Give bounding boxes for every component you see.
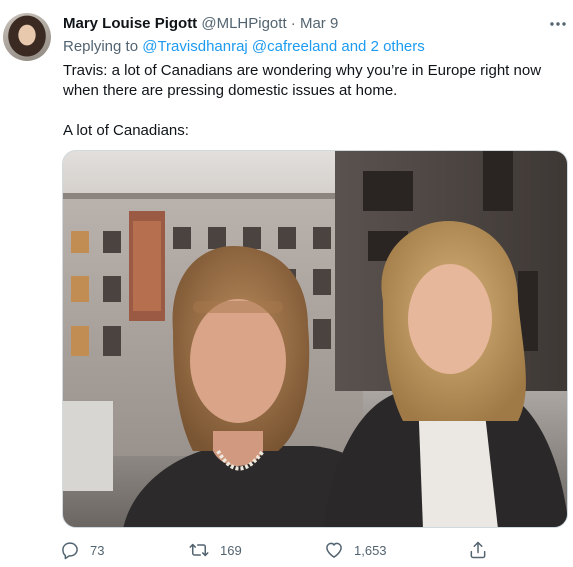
tweet: Mary Louise Pigott @MLHPigott · Mar 9 Re…: [0, 0, 573, 567]
media-image: [63, 151, 567, 527]
share-button[interactable]: [468, 540, 488, 560]
tweet-media[interactable]: [62, 150, 568, 528]
like-count: 1,653: [354, 542, 387, 558]
share-icon: [470, 541, 486, 559]
separator-dot: ·: [290, 15, 296, 32]
reply-button[interactable]: 73: [60, 540, 104, 560]
timestamp[interactable]: Mar 9: [300, 15, 338, 32]
replying-to-label: Replying to: [63, 38, 139, 55]
like-button[interactable]: 1,653: [324, 540, 387, 560]
display-name[interactable]: Mary Louise Pigott: [63, 15, 197, 32]
tweet-actions: 73 169 1,653: [60, 540, 500, 560]
avatar[interactable]: [3, 13, 51, 61]
reply-count: 73: [90, 542, 105, 558]
tweet-text: Travis: a lot of Canadians are wondering…: [63, 61, 553, 141]
retweet-icon: [189, 543, 209, 557]
tweet-text-paragraph: A lot of Canadians:: [63, 122, 189, 139]
retweet-count: 169: [220, 542, 242, 558]
reply-icon: [62, 542, 78, 560]
user-handle[interactable]: @MLHPigott: [201, 15, 286, 32]
heart-icon: [326, 542, 342, 558]
retweet-button[interactable]: 169: [188, 540, 242, 560]
tweet-text-paragraph: Travis: a lot of Canadians are wondering…: [63, 62, 542, 99]
more-options-button[interactable]: [548, 14, 568, 34]
more-horizontal-icon: [550, 22, 566, 26]
tweet-header: Mary Louise Pigott @MLHPigott · Mar 9: [63, 14, 338, 34]
replying-to-mentions[interactable]: @Travisdhanraj @cafreeland and 2 others: [142, 38, 425, 55]
replying-to: Replying to @Travisdhanraj @cafreeland a…: [63, 37, 425, 57]
